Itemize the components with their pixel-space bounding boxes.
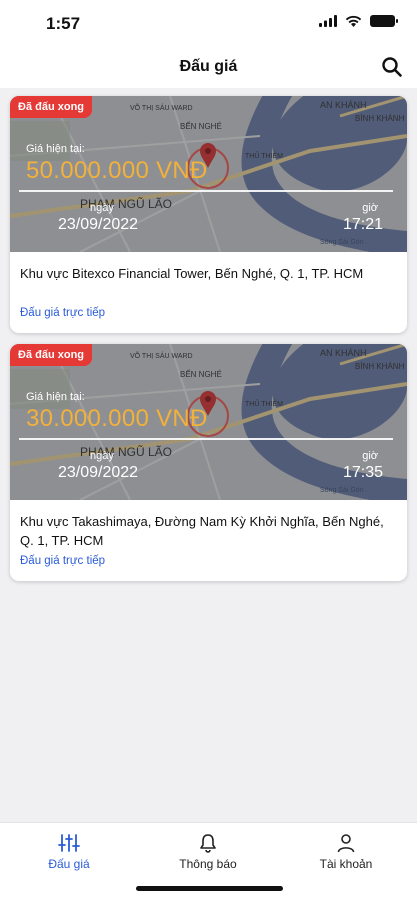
date-value: 23/09/2022 <box>58 216 139 233</box>
time-value: 17:35 <box>342 464 383 481</box>
time-label: giờ <box>362 202 378 214</box>
nav-label: Thông báo <box>179 857 237 871</box>
nav-item-notifications[interactable]: Thông báo <box>158 833 258 871</box>
bell-icon <box>200 834 216 853</box>
date-label: ngày <box>90 450 114 462</box>
nav-label: Đấu giá <box>48 857 90 871</box>
wifi-icon <box>345 15 362 27</box>
live-auction-link[interactable]: Đấu giá trực tiếp <box>20 307 105 319</box>
search-icon[interactable] <box>381 56 403 78</box>
price-label: Giá hiện tại: <box>26 143 85 155</box>
date-value: 23/09/2022 <box>58 464 139 481</box>
divider <box>19 190 393 192</box>
auction-card[interactable]: AN KHÁNH BÌNH KHÁNH VÕ THỊ SÁU WARD BẾN … <box>10 96 407 333</box>
price-value: 50.000.000 VNĐ <box>26 157 208 184</box>
price-label: Giá hiện tại: <box>26 391 85 403</box>
nav-label: Tài khoản <box>319 857 373 871</box>
divider <box>19 438 393 440</box>
user-icon <box>337 834 355 853</box>
status-time: 1:57 <box>46 14 81 33</box>
status-badge: Đã đấu xong <box>10 96 93 118</box>
sliders-icon <box>58 834 80 852</box>
status-bar: 1:57 <box>0 0 417 46</box>
price-value: 30.000.000 VNĐ <box>26 405 208 432</box>
auction-card[interactable]: AN KHÁNH BÌNH KHÁNH VÕ THỊ SÁU WARD BẾN … <box>10 344 407 581</box>
location-text: Khu vực Takashimaya, Đường Nam Kỳ Khởi N… <box>20 514 384 548</box>
location-text: Khu vực Bitexco Financial Tower, Bến Ngh… <box>20 266 364 281</box>
date-label: ngày <box>90 202 114 214</box>
time-label: giờ <box>362 450 378 462</box>
page-title: Đấu giá <box>179 58 238 75</box>
battery-icon <box>370 15 398 27</box>
signal-icon <box>319 15 337 27</box>
status-icons <box>319 15 398 27</box>
status-badge: Đã đấu xong <box>10 344 93 366</box>
nav-item-auction[interactable]: Đấu giá <box>19 833 119 871</box>
app-header: Đấu giá <box>0 46 417 88</box>
nav-item-account[interactable]: Tài khoản <box>296 833 396 871</box>
time-value: 17:21 <box>342 216 383 233</box>
home-indicator <box>136 886 283 891</box>
live-auction-link[interactable]: Đấu giá trực tiếp <box>20 555 105 567</box>
